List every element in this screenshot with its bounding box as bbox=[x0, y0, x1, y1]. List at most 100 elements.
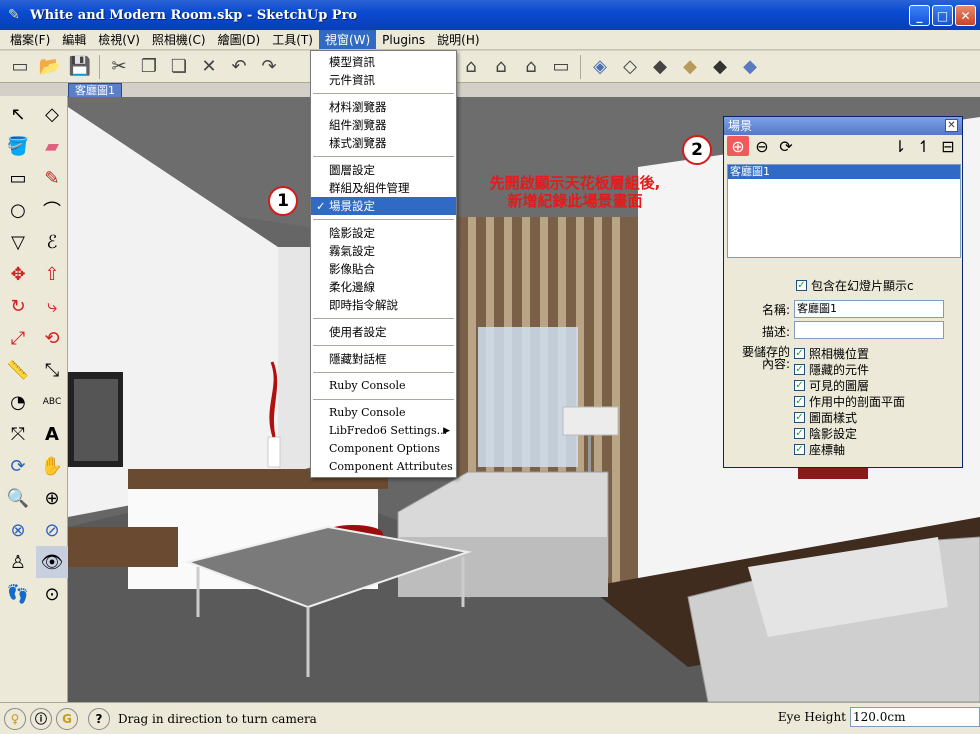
minimize-button[interactable]: _ bbox=[909, 5, 930, 26]
menu-edit[interactable]: 編輯 bbox=[56, 30, 92, 49]
remove-scene-icon[interactable]: ⊖ bbox=[751, 136, 773, 156]
menu-file[interactable]: 檔案(F) bbox=[4, 30, 56, 49]
orbit-icon[interactable]: ⟳ bbox=[2, 450, 34, 482]
menu-outliner[interactable]: 群組及組件管理 bbox=[311, 179, 456, 197]
property-style[interactable]: ✓ 圖面樣式 bbox=[794, 409, 905, 425]
rectangle-icon[interactable]: ▭ bbox=[2, 162, 34, 194]
menu-styles[interactable]: 樣式瀏覽器 bbox=[311, 134, 456, 152]
user-account-icon[interactable]: G bbox=[56, 707, 78, 730]
menu-camera[interactable]: 照相機(C) bbox=[146, 30, 212, 49]
menu-draw[interactable]: 繪圖(D) bbox=[212, 30, 267, 49]
update-scene-icon[interactable]: ⟳ bbox=[775, 136, 797, 156]
property-hidden-geometry[interactable]: ✓ 隱藏的元件 bbox=[794, 361, 905, 377]
shaded-texture-icon[interactable]: ◆ bbox=[706, 53, 734, 81]
menu-view[interactable]: 檢視(V) bbox=[92, 30, 146, 49]
menu-window[interactable]: 視窗(W) bbox=[318, 30, 377, 49]
make-component-icon[interactable]: ◇ bbox=[36, 98, 68, 130]
arc-icon[interactable]: ⌒ bbox=[36, 194, 68, 226]
checkbox[interactable]: ✓ bbox=[794, 379, 805, 391]
include-animation-checkbox[interactable]: ✓ bbox=[796, 279, 807, 291]
checkbox[interactable]: ✓ bbox=[794, 347, 805, 359]
checkbox[interactable]: ✓ bbox=[794, 395, 805, 407]
save-icon[interactable]: 💾 bbox=[66, 53, 94, 81]
property-axes[interactable]: ✓ 座標軸 bbox=[794, 441, 905, 457]
menu-match-photo[interactable]: 影像貼合 bbox=[311, 260, 456, 278]
xray-icon[interactable]: ◈ bbox=[586, 53, 614, 81]
maximize-button[interactable]: □ bbox=[932, 5, 953, 26]
look-around-icon[interactable]: 👁 bbox=[36, 546, 68, 578]
house-top-icon[interactable]: ⌂ bbox=[487, 53, 515, 81]
paint-bucket-icon[interactable]: 🪣 bbox=[2, 130, 34, 162]
menu-model-info[interactable]: 模型資訊 bbox=[311, 53, 456, 71]
follow-me-icon[interactable]: ⤷ bbox=[36, 290, 68, 322]
rotate-icon[interactable]: ↻ bbox=[2, 290, 34, 322]
shaded-icon[interactable]: ◆ bbox=[676, 53, 704, 81]
move-icon[interactable]: ✥ bbox=[2, 258, 34, 290]
menu-ruby-console-1[interactable]: Ruby Console bbox=[311, 377, 456, 395]
menu-component-attributes[interactable]: Component Attributes bbox=[311, 458, 456, 476]
menu-layers[interactable]: 圖層設定 bbox=[311, 161, 456, 179]
menu-entity-info[interactable]: 元件資訊 bbox=[311, 71, 456, 89]
open-file-icon[interactable]: 📂 bbox=[36, 53, 64, 81]
menu-component-options[interactable]: Component Options bbox=[311, 440, 456, 458]
checkbox[interactable]: ✓ bbox=[794, 363, 805, 375]
redo-icon[interactable]: ↷ bbox=[255, 53, 283, 81]
house-side-icon[interactable]: ▭ bbox=[547, 53, 575, 81]
house-icon[interactable]: ⌂ bbox=[457, 53, 485, 81]
house-front-icon[interactable]: ⌂ bbox=[517, 53, 545, 81]
scene-tab[interactable]: 客廳圖1 bbox=[68, 83, 122, 98]
property-visible-layers[interactable]: ✓ 可見的圖層 bbox=[794, 377, 905, 393]
eraser-icon[interactable]: ▰ bbox=[36, 130, 68, 162]
menu-ruby-console-2[interactable]: Ruby Console bbox=[311, 404, 456, 422]
property-active-section-planes[interactable]: ✓ 作用中的剖面平面 bbox=[794, 393, 905, 409]
circle-icon[interactable]: ○ bbox=[2, 194, 34, 226]
menu-tools[interactable]: 工具(T) bbox=[266, 30, 319, 49]
cut-icon[interactable]: ✂ bbox=[105, 53, 133, 81]
dimension-icon[interactable]: ⤡ bbox=[36, 354, 68, 386]
zoom-window-icon[interactable]: ⊕ bbox=[36, 482, 68, 514]
eye-height-input[interactable]: 120.0cm bbox=[850, 707, 980, 727]
new-file-icon[interactable]: ▭ bbox=[6, 53, 34, 81]
move-scene-down-icon[interactable]: ⇂ bbox=[889, 136, 911, 156]
property-camera-location[interactable]: ✓ 照相機位置 bbox=[794, 345, 905, 361]
include-animation-row[interactable]: ✓ 包含在幻燈片顯示c bbox=[796, 277, 914, 293]
freehand-icon[interactable]: ℰ bbox=[36, 226, 68, 258]
menu-preferences[interactable]: 使用者設定 bbox=[311, 323, 456, 341]
scenes-panel-close-button[interactable]: ✕ bbox=[945, 119, 958, 132]
menu-soften-edges[interactable]: 柔化邊線 bbox=[311, 278, 456, 296]
zoom-extents-icon[interactable]: ⊗ bbox=[2, 514, 34, 546]
scene-description-input[interactable] bbox=[794, 321, 944, 339]
walk-icon[interactable]: 👣 bbox=[2, 578, 34, 610]
menu-components[interactable]: 組件瀏覽器 bbox=[311, 116, 456, 134]
copy-icon[interactable]: ❐ bbox=[135, 53, 163, 81]
geo-location-icon[interactable]: ♀ bbox=[4, 707, 26, 730]
menu-libfredo-settings[interactable]: LibFredo6 Settings... ▶ bbox=[311, 422, 456, 440]
credits-icon[interactable]: ⓘ bbox=[30, 707, 52, 730]
axes-icon[interactable]: ⤧ bbox=[2, 418, 34, 450]
menu-materials[interactable]: 材料瀏覽器 bbox=[311, 98, 456, 116]
tape-measure-icon[interactable]: 📏 bbox=[2, 354, 34, 386]
monochrome-icon[interactable]: ◆ bbox=[736, 53, 764, 81]
pencil-icon[interactable]: ✎ bbox=[36, 162, 68, 194]
menu-plugins[interactable]: Plugins bbox=[376, 32, 431, 48]
section-plane-icon[interactable]: ⊙ bbox=[36, 578, 68, 610]
toggle-details-icon[interactable]: ⊟ bbox=[937, 136, 959, 156]
3d-text-icon[interactable]: A bbox=[36, 418, 68, 450]
offset-icon[interactable]: ⟲ bbox=[36, 322, 68, 354]
menu-fog[interactable]: 霧氣設定 bbox=[311, 242, 456, 260]
paste-icon[interactable]: ❏ bbox=[165, 53, 193, 81]
scale-icon[interactable]: ⤢ bbox=[2, 322, 34, 354]
menu-scenes[interactable]: ✓ 場景設定 bbox=[311, 197, 456, 215]
pan-icon[interactable]: ✋ bbox=[36, 450, 68, 482]
add-scene-icon[interactable]: ⊕ bbox=[727, 136, 749, 156]
hidden-line-icon[interactable]: ◆ bbox=[646, 53, 674, 81]
erase-icon[interactable]: ✕ bbox=[195, 53, 223, 81]
zoom-icon[interactable]: 🔍 bbox=[2, 482, 34, 514]
push-pull-icon[interactable]: ⇧ bbox=[36, 258, 68, 290]
scene-list-item[interactable]: 客廳圖1 bbox=[728, 165, 960, 179]
scene-name-input[interactable]: 客廳圖1 bbox=[794, 300, 944, 318]
polygon-icon[interactable]: ▽ bbox=[2, 226, 34, 258]
text-icon[interactable]: ABC bbox=[36, 386, 68, 418]
undo-icon[interactable]: ↶ bbox=[225, 53, 253, 81]
wireframe-icon[interactable]: ◇ bbox=[616, 53, 644, 81]
